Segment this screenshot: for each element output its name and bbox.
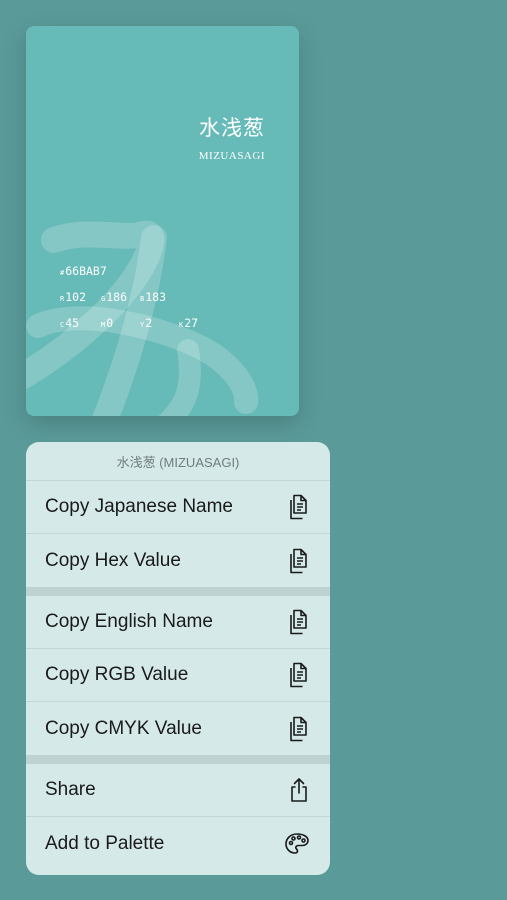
menu-item-label: Share (45, 779, 96, 800)
menu-item-label: Copy English Name (45, 611, 213, 632)
rgb-g: G186 (101, 290, 127, 304)
menu-group-separator (26, 587, 330, 596)
menu-item-label: Copy Hex Value (45, 549, 181, 571)
menu-item-copy-cmyk-value[interactable]: Copy CMYK Value (26, 702, 330, 755)
mi-kana-glyph (26, 220, 259, 416)
menu-item-label: Copy RGB Value (45, 664, 189, 685)
menu-item-share[interactable]: Share (26, 764, 330, 817)
menu-header: 水浅葱 (MIZUASAGI) (26, 442, 330, 481)
menu-item-label: Add to Palette (45, 832, 165, 854)
menu-item-add-to-palette[interactable]: Add to Palette (26, 817, 330, 870)
menu-item-copy-rgb-value[interactable]: Copy RGB Value (26, 649, 330, 702)
cmyk-m: M0 (101, 316, 114, 330)
copy-icon (288, 716, 310, 742)
cmyk-y: Y2 (140, 316, 153, 330)
rgb-r: R102 (60, 290, 86, 304)
menu-item-copy-hex-value[interactable]: Copy Hex Value (26, 534, 330, 587)
share-icon (288, 777, 310, 803)
japanese-name: 水浅葱 (199, 116, 265, 140)
copy-icon (288, 548, 310, 574)
copy-icon (288, 662, 310, 688)
menu-group-separator (26, 755, 330, 764)
cmyk-c: C45 (60, 316, 80, 330)
cmyk-k: K27 (179, 316, 199, 330)
romaji-name: MIZUASAGI (198, 150, 265, 162)
context-menu: 水浅葱 (MIZUASAGI) Copy Japanese Name Copy … (26, 442, 330, 875)
menu-item-copy-japanese-name[interactable]: Copy Japanese Name (26, 481, 330, 534)
copy-icon (288, 609, 310, 635)
menu-item-label: Copy Japanese Name (45, 496, 233, 517)
menu-item-copy-english-name[interactable]: Copy English Name (26, 596, 330, 649)
color-card[interactable]: 水浅葱 MIZUASAGI #66BAB7 R102 G186 B183 C45… (26, 26, 299, 416)
menu-item-label: Copy CMYK Value (45, 717, 202, 739)
rgb-b: B183 (140, 290, 166, 304)
palette-icon (284, 832, 310, 856)
copy-icon (288, 494, 310, 520)
hex-value: #66BAB7 (60, 264, 107, 278)
